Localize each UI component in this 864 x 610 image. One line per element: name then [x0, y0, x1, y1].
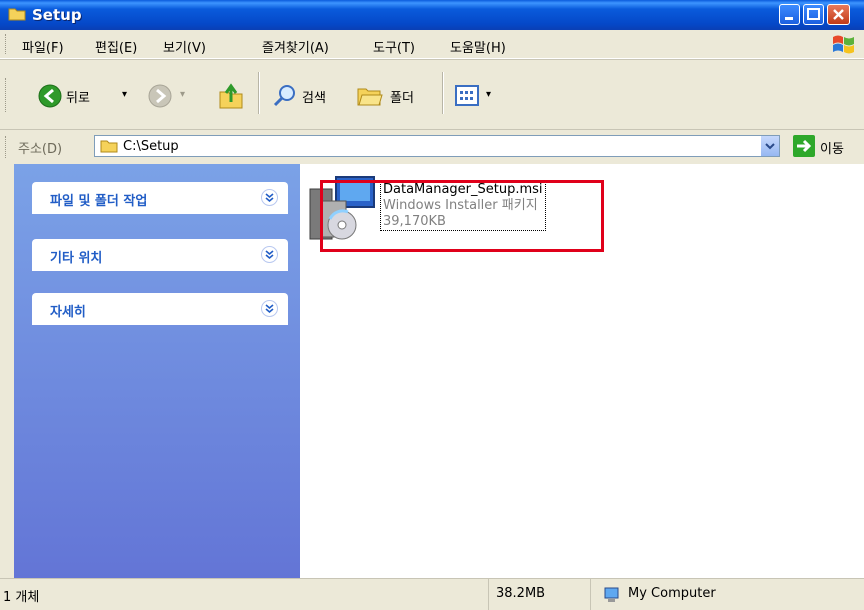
panel-details[interactable]: 자세히 — [32, 293, 288, 325]
windows-logo-icon — [833, 35, 854, 54]
maximize-icon — [807, 8, 820, 20]
status-size-cell: 38.2MB — [490, 579, 591, 610]
address-label: 주소(D) — [18, 142, 63, 157]
toolbar-separator — [258, 72, 260, 114]
minimize-icon — [785, 17, 793, 20]
title-bar[interactable]: Setup — [0, 0, 864, 30]
panel-title[interactable]: 기타 위치 — [50, 247, 102, 266]
folders-icon[interactable] — [356, 83, 384, 109]
status-location: My Computer — [628, 586, 716, 601]
address-bar: 주소(D) C:\Setup 이동 — [0, 129, 864, 165]
views-dropdown-icon[interactable]: ▾ — [486, 89, 491, 100]
menu-help[interactable]: 도움말(H) — [450, 37, 506, 56]
close-icon — [833, 9, 844, 20]
explorer-window: Setup 파일(F) 편집(E) 보기(V) 즐겨찾기(A) 도구(T) 도움… — [0, 0, 864, 610]
panel-other-places[interactable]: 기타 위치 — [32, 239, 288, 271]
go-arrow-icon — [797, 139, 812, 153]
back-dropdown-icon[interactable]: ▾ — [122, 89, 127, 100]
go-button[interactable] — [793, 135, 815, 157]
chevron-down-icon[interactable] — [261, 189, 278, 206]
toolbar-separator — [442, 72, 444, 114]
folders-button-label[interactable]: 폴더 — [390, 87, 414, 106]
menu-tools[interactable]: 도구(T) — [373, 37, 415, 56]
folder-icon — [8, 8, 26, 21]
task-pane: 파일 및 폴더 작업 기타 위치 자세히 — [14, 164, 300, 578]
status-objects-cell: 1 개체 — [0, 579, 489, 610]
address-input[interactable]: C:\Setup — [94, 135, 780, 157]
address-grip — [5, 136, 9, 158]
go-label[interactable]: 이동 — [820, 138, 844, 157]
back-arrow-icon[interactable] — [38, 84, 62, 108]
close-button[interactable] — [827, 4, 850, 25]
menu-grip — [5, 34, 9, 54]
highlight-box — [320, 180, 604, 252]
status-zone-cell: My Computer — [592, 579, 864, 610]
menu-edit[interactable]: 편집(E) — [95, 37, 137, 56]
window-border — [0, 164, 14, 578]
panel-title[interactable]: 자세히 — [50, 301, 86, 320]
forward-arrow-icon[interactable] — [148, 84, 172, 108]
chevron-down-icon[interactable] — [261, 300, 278, 317]
window-title: Setup — [32, 6, 82, 24]
menu-view[interactable]: 보기(V) — [163, 37, 206, 56]
toolbar-grip — [5, 78, 9, 112]
toolbar: 뒤로 ▾ ▾ 검색 폴더 ▾ — [0, 59, 864, 130]
chevron-down-icon — [765, 143, 775, 150]
status-size: 38.2MB — [496, 586, 546, 601]
views-icon[interactable] — [455, 84, 481, 108]
minimize-button[interactable] — [779, 4, 800, 25]
up-folder-icon[interactable] — [218, 82, 244, 110]
menu-favorites[interactable]: 즐겨찾기(A) — [262, 37, 329, 56]
panel-title[interactable]: 파일 및 폴더 작업 — [50, 190, 147, 209]
computer-icon — [604, 587, 619, 602]
status-objects: 1 개체 — [3, 590, 40, 605]
status-bar: 1 개체 38.2MB My Computer — [0, 578, 864, 610]
address-value: C:\Setup — [123, 139, 179, 154]
address-dropdown-button[interactable] — [760, 136, 779, 156]
menu-file[interactable]: 파일(F) — [22, 37, 64, 56]
forward-dropdown-icon[interactable]: ▾ — [180, 89, 185, 100]
back-button-label[interactable]: 뒤로 — [66, 87, 90, 106]
maximize-button[interactable] — [803, 4, 824, 25]
folder-icon — [100, 140, 118, 153]
chevron-down-icon[interactable] — [261, 246, 278, 263]
search-button-label[interactable]: 검색 — [302, 87, 326, 106]
panel-file-folder-tasks[interactable]: 파일 및 폴더 작업 — [32, 182, 288, 214]
menu-bar: 파일(F) 편집(E) 보기(V) 즐겨찾기(A) 도구(T) 도움말(H) — [0, 30, 864, 59]
search-icon[interactable] — [272, 83, 298, 109]
